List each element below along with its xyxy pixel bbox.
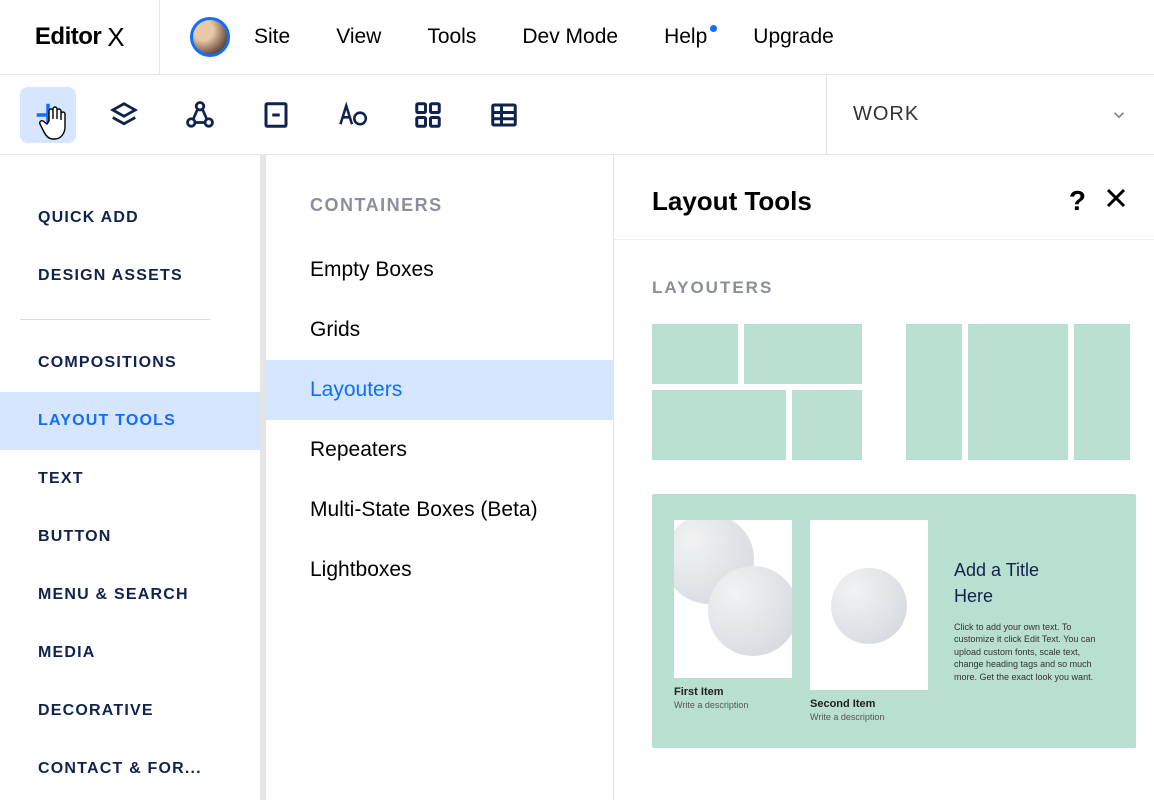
sb1-quick-add[interactable]: Quick Add: [0, 189, 260, 247]
page-dropdown[interactable]: WORK: [826, 75, 1154, 154]
main-area: Quick Add Design Assets Compositions Lay…: [0, 155, 1154, 800]
top-bar: Editor X Site View Tools Dev Mode Help U…: [0, 0, 1154, 75]
layers-icon: [109, 100, 139, 130]
plus-icon: [33, 100, 63, 130]
layers-button[interactable]: [96, 87, 152, 143]
layouter-thumbnails: [652, 324, 1136, 460]
top-menu: Site View Tools Dev Mode Help Upgrade: [254, 25, 834, 49]
layouter-thumb-3[interactable]: First Item Write a description Second It…: [652, 494, 1136, 748]
theme-icon: [337, 100, 367, 130]
close-icon[interactable]: [1104, 185, 1128, 217]
logo-x: X: [107, 22, 124, 53]
page-dropdown-label: WORK: [853, 103, 919, 126]
menu-help[interactable]: Help: [664, 25, 707, 49]
sb1-compositions[interactable]: Compositions: [0, 334, 260, 392]
data-button[interactable]: [476, 87, 532, 143]
second-item-desc: Write a description: [810, 712, 928, 722]
content-body: LAYOUTERS: [614, 240, 1154, 748]
card-title: Add a Title Here: [954, 558, 1104, 608]
sb2-multistate[interactable]: Multi-State Boxes (Beta): [266, 480, 613, 540]
menu-upgrade[interactable]: Upgrade: [753, 25, 834, 49]
page-button[interactable]: [248, 87, 304, 143]
sb1-button[interactable]: Button: [0, 508, 260, 566]
table-icon: [489, 100, 519, 130]
card-desc: Click to add your own text. To customize…: [954, 621, 1104, 684]
layouter-thumb-1[interactable]: [652, 324, 862, 460]
menu-devmode[interactable]: Dev Mode: [522, 25, 618, 49]
content-header: Layout Tools ?: [614, 155, 1154, 240]
chevron-down-icon: [1110, 106, 1128, 124]
containers-heading: CONTAINERS: [266, 195, 613, 216]
subcategory-sidebar: CONTAINERS Empty Boxes Grids Layouters R…: [266, 155, 614, 800]
sb1-decorative[interactable]: Decorative: [0, 682, 260, 740]
panel-title: Layout Tools: [652, 186, 1051, 217]
first-item-desc: Write a description: [674, 700, 792, 710]
sb2-empty-boxes[interactable]: Empty Boxes: [266, 240, 613, 300]
menu-tools[interactable]: Tools: [427, 25, 476, 49]
sb1-menu-search[interactable]: Menu & Search: [0, 566, 260, 624]
page-icon: [261, 100, 291, 130]
grid-icon: [413, 100, 443, 130]
molecule-icon: [185, 100, 215, 130]
menu-help-label: Help: [664, 25, 707, 48]
sidebar-divider: [20, 319, 210, 320]
menu-view[interactable]: View: [336, 25, 381, 49]
sb1-layout-tools[interactable]: Layout Tools: [0, 392, 260, 450]
help-icon[interactable]: ?: [1069, 185, 1086, 217]
menu-site[interactable]: Site: [254, 25, 290, 49]
sb1-design-assets[interactable]: Design Assets: [0, 247, 260, 305]
sb1-contact-form[interactable]: Contact & For...: [0, 740, 260, 798]
first-item-caption: First Item: [674, 686, 792, 698]
sb1-text[interactable]: Text: [0, 450, 260, 508]
sb2-layouters[interactable]: Layouters: [266, 360, 613, 420]
master-button[interactable]: [172, 87, 228, 143]
apps-button[interactable]: [400, 87, 456, 143]
sb2-repeaters[interactable]: Repeaters: [266, 420, 613, 480]
notification-dot: [710, 25, 717, 32]
layouters-label: LAYOUTERS: [652, 278, 1136, 298]
sb2-grids[interactable]: Grids: [266, 300, 613, 360]
theme-button[interactable]: [324, 87, 380, 143]
layouter-thumb-2[interactable]: [906, 324, 1130, 460]
logo: Editor X: [0, 0, 160, 74]
content-panel: Layout Tools ? LAYOUTERS: [614, 155, 1154, 800]
second-item-caption: Second Item: [810, 698, 928, 710]
logo-text: Editor: [35, 23, 101, 51]
avatar[interactable]: [190, 17, 230, 57]
sb2-lightboxes[interactable]: Lightboxes: [266, 540, 613, 600]
add-button[interactable]: [20, 87, 76, 143]
sb1-media[interactable]: Media: [0, 624, 260, 682]
category-sidebar: Quick Add Design Assets Compositions Lay…: [0, 155, 266, 800]
icon-toolbar: WORK: [0, 75, 1154, 155]
